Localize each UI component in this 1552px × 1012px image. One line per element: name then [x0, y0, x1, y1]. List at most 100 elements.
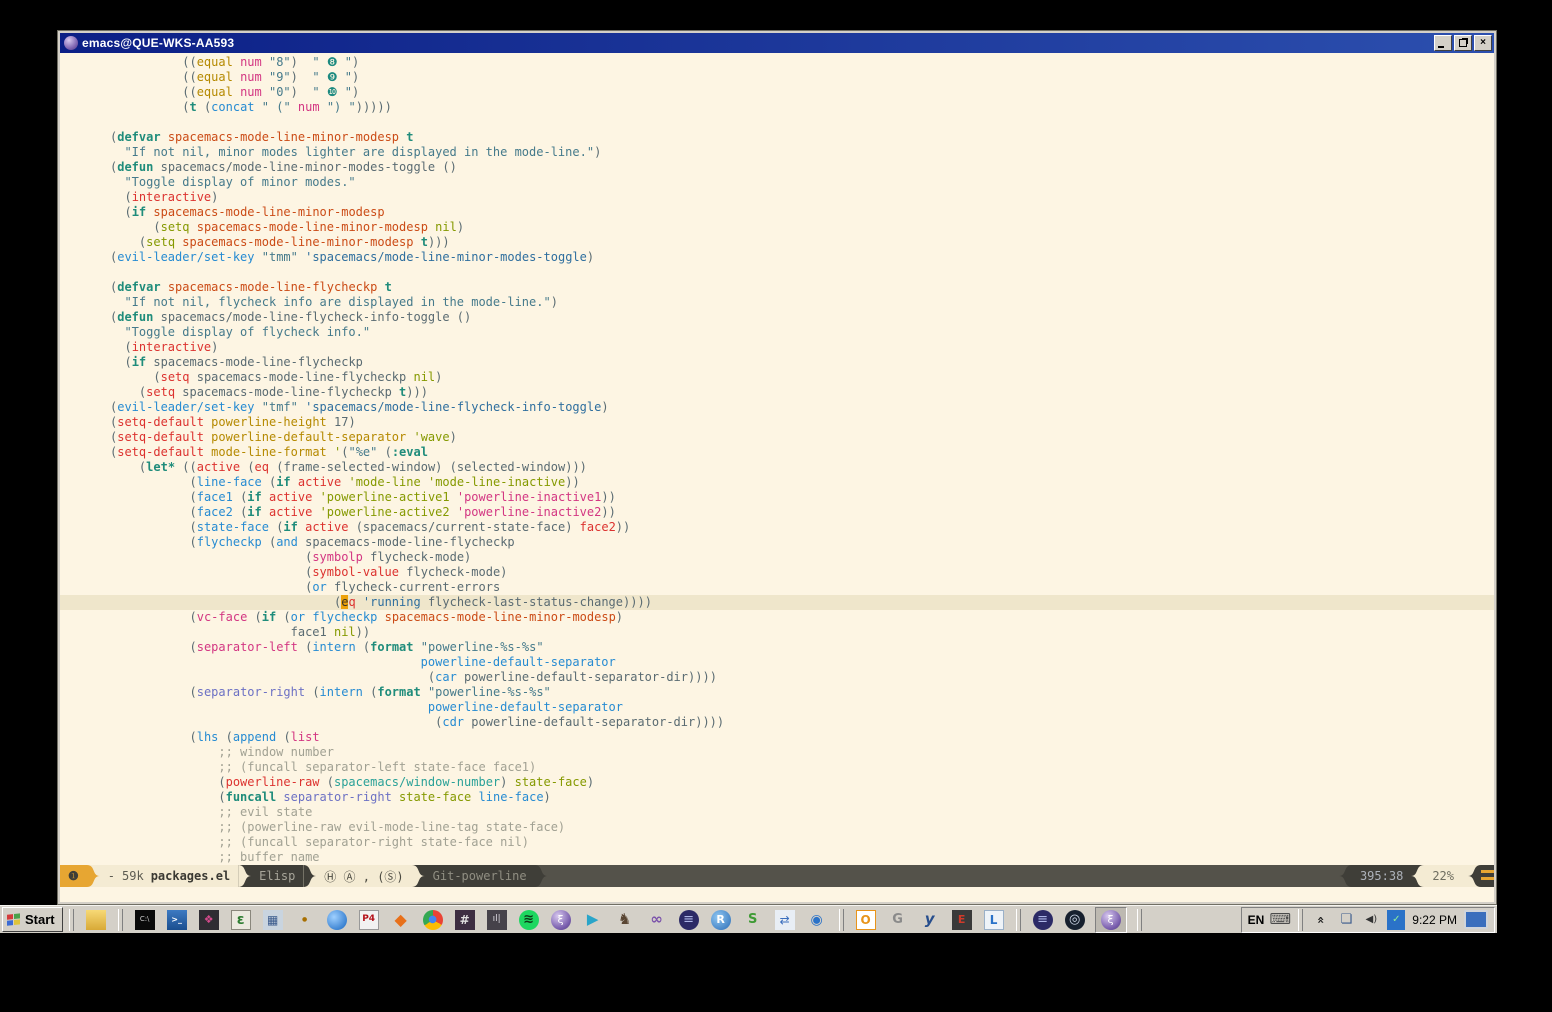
code-line[interactable]: ;; (funcall separator-left state-face fa… — [110, 760, 1494, 775]
code-line[interactable]: (separator-left (intern (format "powerli… — [110, 640, 1494, 655]
code-line[interactable]: ;; window number — [110, 745, 1494, 760]
code-line[interactable]: (defun spacemacs/mode-line-flycheck-info… — [110, 310, 1494, 325]
code-line[interactable]: (symbol-value flycheck-mode) — [110, 565, 1494, 580]
code-line[interactable]: (line-face (if active 'mode-line 'mode-l… — [110, 475, 1494, 490]
code-line[interactable]: (symbolp flycheck-mode) — [110, 550, 1494, 565]
buffer[interactable]: ((equal num "8") " ❽ ") ((equal num "9")… — [60, 53, 1494, 865]
code-line[interactable]: (powerline-raw (spacemacs/window-number)… — [110, 775, 1494, 790]
code-line[interactable]: (separator-right (intern (format "powerl… — [110, 685, 1494, 700]
display-monitor-icon[interactable] — [1464, 910, 1488, 929]
code-line[interactable]: "Toggle display of flycheck info." — [110, 325, 1494, 340]
code-line[interactable]: face1 nil)) — [110, 625, 1494, 640]
modeline-position[interactable]: 395:38 — [1352, 865, 1411, 887]
code-line[interactable]: (car powerline-default-separator-dir)))) — [110, 670, 1494, 685]
quicklaunch-visual-studio-icon[interactable]: ∞ — [645, 908, 669, 932]
code-line[interactable]: (state-face (if active (spacemacs/curren… — [110, 520, 1494, 535]
code-line[interactable] — [110, 265, 1494, 280]
code-line[interactable]: (defvar spacemacs-mode-line-flycheckp t — [110, 280, 1494, 295]
clock[interactable]: 9:22 PM — [1412, 913, 1457, 927]
quicklaunch-r-project-icon[interactable]: R — [709, 908, 733, 932]
modeline-percent[interactable]: 22% — [1424, 865, 1468, 887]
code-line[interactable]: (or flycheck-current-errors — [110, 580, 1494, 595]
code-line[interactable]: (interactive) — [110, 340, 1494, 355]
quicklaunch-eye-icon[interactable]: ◉ — [805, 908, 829, 932]
quicklaunch-chrome-icon[interactable]: ● — [421, 908, 445, 932]
modeline-minor-modes[interactable]: Ⓗ Ⓐ , (Ⓢ) — [316, 865, 411, 887]
tray-hide-icons-chevron-icon[interactable]: « — [1312, 908, 1330, 932]
code-line[interactable]: "Toggle display of minor modes." — [110, 175, 1494, 190]
code-line[interactable]: ;; (powerline-raw evil-mode-line-tag sta… — [110, 820, 1494, 835]
modeline-vc-branch[interactable]: Git-powerline — [425, 865, 535, 887]
code-line[interactable]: ;; evil state — [110, 805, 1494, 820]
code-line[interactable]: powerline-default-separator — [110, 655, 1494, 670]
code-line[interactable]: (setq spacemacs-mode-line-minor-modesp n… — [110, 220, 1494, 235]
code-line[interactable]: (defun spacemacs/mode-line-minor-modes-t… — [110, 160, 1494, 175]
quicklaunch-red-e-icon[interactable]: E — [950, 908, 974, 932]
code-line[interactable]: (if spacemacs-mode-line-flycheckp — [110, 355, 1494, 370]
modeline-major-mode[interactable]: Elisp — [251, 865, 303, 887]
quicklaunch-snake-icon[interactable]: S — [741, 908, 765, 932]
quicklaunch-folder-icon[interactable] — [84, 908, 108, 932]
code-line[interactable]: powerline-default-separator — [110, 700, 1494, 715]
code-line[interactable]: (setq-default mode-line-format '("%e" (:… — [110, 445, 1494, 460]
code-line[interactable]: (if spacemacs-mode-line-minor-modesp — [110, 205, 1494, 220]
code-line[interactable]: "If not nil, flycheck info are displayed… — [110, 295, 1494, 310]
code-line[interactable]: (funcall separator-right state-face line… — [110, 790, 1494, 805]
code-line[interactable]: (setq-default powerline-default-separato… — [110, 430, 1494, 445]
quicklaunch-orange-o-icon[interactable]: O — [854, 908, 878, 932]
quicklaunch-remote-desktop-icon[interactable]: ▦ — [261, 908, 285, 932]
code-line[interactable]: ((equal num "0") " ❿ ") — [110, 85, 1494, 100]
code-line[interactable]: (setq-default powerline-height 17) — [110, 415, 1494, 430]
quicklaunch-emacs-console-icon[interactable]: ε — [229, 908, 253, 932]
code-line[interactable]: (face2 (if active 'powerline-active2 'po… — [110, 505, 1494, 520]
quicklaunch-emacs-sphere-icon[interactable]: ξ — [549, 908, 573, 932]
minimize-button[interactable] — [1434, 35, 1452, 51]
modeline-window-number[interactable]: ❶ — [60, 865, 87, 887]
quicklaunch-cmd-prompt-icon[interactable]: C:\ — [133, 908, 157, 932]
code-line[interactable]: (evil-leader/set-key "tmm" 'spacemacs/mo… — [110, 250, 1494, 265]
code-line[interactable]: (flycheckp (and spacemacs-mode-line-flyc… — [110, 535, 1494, 550]
quicklaunch-emacs-active-window-icon[interactable]: ξ — [1095, 907, 1127, 933]
quicklaunch-photo-viewer-icon[interactable]: ❖ — [197, 908, 221, 932]
start-button[interactable]: Start — [2, 907, 63, 932]
language-indicator[interactable]: EN — [1248, 913, 1265, 927]
code-line[interactable]: (lhs (append (list — [110, 730, 1494, 745]
code-line[interactable]: ;; buffer name — [110, 850, 1494, 865]
quicklaunch-yed-icon[interactable]: y — [918, 908, 942, 932]
title-bar[interactable]: emacs@QUE-WKS-AA593 × — [60, 33, 1494, 53]
quicklaunch-powershell-icon[interactable]: >_ — [165, 908, 189, 932]
code-line[interactable]: (setq spacemacs-mode-line-minor-modesp t… — [110, 235, 1494, 250]
restore-button[interactable] — [1454, 35, 1472, 51]
code-line[interactable]: (evil-leader/set-key "tmf" 'spacemacs/mo… — [110, 400, 1494, 415]
code-line[interactable] — [110, 115, 1494, 130]
code-line[interactable]: (let* ((active (eq (frame-selected-windo… — [110, 460, 1494, 475]
code-line[interactable]: (defvar spacemacs-mode-line-minor-modesp… — [110, 130, 1494, 145]
quicklaunch-eclipse-icon[interactable]: ≡ — [677, 908, 701, 932]
quicklaunch-steam-icon[interactable]: ◎ — [1063, 908, 1087, 932]
code-line[interactable]: (t (concat " (" num ") "))))) — [110, 100, 1494, 115]
quicklaunch-l-icon-icon[interactable]: L — [982, 908, 1006, 932]
close-button[interactable]: × — [1474, 35, 1492, 51]
modeline-buffer-info[interactable]: - 59k packages.el — [100, 865, 238, 887]
tray-keyboard-icon[interactable]: ⌨ — [1271, 908, 1289, 932]
quicklaunch-terminal-bars-icon[interactable]: ıl| — [485, 908, 509, 932]
code-line[interactable]: (vc-face (if (or flycheckp spacemacs-mod… — [110, 610, 1494, 625]
quicklaunch-media-sync-icon[interactable]: ⇄ — [773, 908, 797, 932]
code-line[interactable]: ((equal num "8") " ❽ ") — [110, 55, 1494, 70]
tray-dropbox-icon[interactable]: ✓ — [1387, 908, 1405, 932]
quicklaunch-gnu-head-icon[interactable]: ♞ — [613, 908, 637, 932]
quicklaunch-google-play-icon[interactable]: ▶ — [581, 908, 605, 932]
code-line[interactable]: "If not nil, minor modes lighter are dis… — [110, 145, 1494, 160]
quicklaunch-rubber-duck-icon[interactable]: ● — [293, 908, 317, 932]
quicklaunch-slack-hash-icon[interactable]: # — [453, 908, 477, 932]
tray-network-icon[interactable]: ❏ — [1337, 908, 1355, 932]
echo-area[interactable] — [60, 887, 1494, 902]
code-line[interactable]: (eq 'running flycheck-last-status-change… — [60, 595, 1494, 610]
mode-line[interactable]: ❶ - 59k packages.el Elisp Ⓗ Ⓐ , (Ⓢ) Git-… — [60, 865, 1494, 887]
code-line[interactable]: (interactive) — [110, 190, 1494, 205]
quicklaunch-orange-diamond-icon[interactable]: ◆ — [389, 908, 413, 932]
code-line[interactable]: (face1 (if active 'powerline-active1 'po… — [110, 490, 1494, 505]
quicklaunch-blue-sphere-icon[interactable] — [325, 908, 349, 932]
code-line[interactable]: ((equal num "9") " ❾ ") — [110, 70, 1494, 85]
code-line[interactable]: (setq spacemacs-mode-line-flycheckp t))) — [110, 385, 1494, 400]
